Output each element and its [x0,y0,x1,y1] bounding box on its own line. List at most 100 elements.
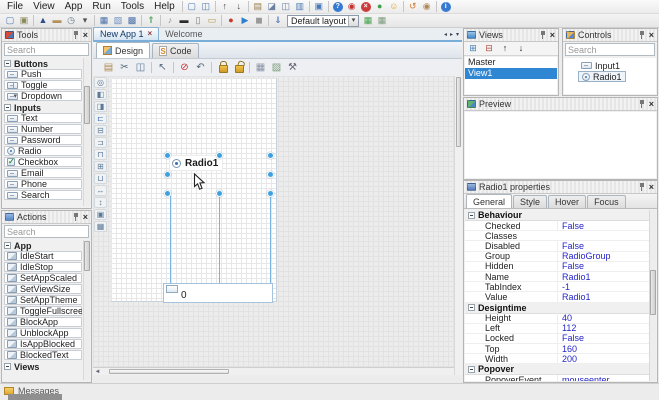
help-icon[interactable]: ? [331,1,345,13]
pin-icon[interactable] [639,31,645,40]
comments-icon[interactable]: ▭ [205,15,219,27]
resize-handle-se[interactable] [267,190,274,197]
open-project-icon[interactable]: ▬ [50,15,64,27]
property-row-disabled[interactable]: DisabledFalse [465,241,649,251]
tool-item-blockedtext[interactable]: BlockedText [4,350,82,360]
browse-files-icon[interactable]: ▥ [293,1,307,13]
delete-icon[interactable]: ⊘ [177,61,192,75]
stop-icon[interactable]: ◼ [252,15,266,27]
canvas-vertical-scrollbar[interactable] [454,76,462,375]
radio1-label-box[interactable]: Radio1 [169,155,223,171]
tab-design[interactable]: Design [96,42,150,58]
collapse-icon[interactable] [468,212,475,219]
scrollbar-thumb[interactable] [650,270,656,315]
window-options-icon[interactable]: ▣ [17,15,31,27]
tool-item-email[interactable]: Email [4,168,82,178]
remove-view-icon[interactable]: ⊟ [482,43,496,55]
paste-icon[interactable]: ◪ [265,1,279,13]
get-build-icon[interactable]: ⇓ [271,15,285,27]
property-row-classes[interactable]: Classes [465,231,649,241]
property-value[interactable]: False [557,261,649,271]
tool-item-idlestart[interactable]: IdleStart [4,251,82,261]
section-app[interactable]: App [4,240,82,251]
tool-item-setappscaled[interactable]: SetAppScaled [4,273,82,283]
tab-focus[interactable]: Focus [587,195,626,208]
save-all-icon[interactable]: ▩ [125,15,139,27]
property-value[interactable]: 200 [557,354,649,364]
same-size-icon[interactable]: ▣ [94,209,107,220]
tools-scrollbar[interactable] [83,58,90,206]
doc-tab-new-app-1[interactable]: New App 1× [93,27,159,40]
close-icon[interactable]: × [550,31,555,40]
tool-item-idlestop[interactable]: IdleStop [4,262,82,272]
property-value[interactable]: False [557,333,649,343]
tool-item-password[interactable]: Password [4,135,82,145]
property-row-name[interactable]: NameRadio1 [465,272,649,282]
menu-file[interactable]: File [2,0,28,13]
sounds-icon[interactable]: ♪ [163,15,177,27]
pin-icon[interactable] [73,31,79,40]
recent-files-icon[interactable]: ◷ [64,15,78,27]
tool-item-push[interactable]: Push [4,69,82,79]
theme-icon[interactable]: ▲ [36,15,50,27]
window-new-icon[interactable]: ▢ [3,15,17,27]
menu-app[interactable]: App [60,0,88,13]
pin-icon[interactable] [540,31,546,40]
menu-run[interactable]: Run [87,0,115,13]
tab-scroll-left-icon[interactable]: ◂ [444,31,447,39]
close-icon[interactable]: × [649,31,654,40]
pin-icon[interactable] [639,100,645,109]
align-top-icon[interactable]: ⊓ [94,149,107,160]
property-group-designtime[interactable]: Designtime [465,303,649,314]
tab-general[interactable]: General [466,194,512,208]
align-center-icon[interactable]: ⊟ [94,125,107,136]
property-row-group[interactable]: GroupRadioGroup [465,252,649,262]
undo-icon[interactable]: ↶ [193,61,208,75]
exit-icon[interactable]: × [359,1,373,13]
property-group-behaviour[interactable]: Behaviour [465,210,649,221]
close-icon[interactable]: × [649,100,654,109]
collapse-icon[interactable] [4,60,11,67]
same-width-icon[interactable]: ↔ [94,185,107,196]
view-up-icon[interactable]: ↑ [498,43,512,55]
section-inputs[interactable]: Inputs [4,102,82,113]
resize-handle-e[interactable] [267,171,274,178]
tool-item-unblockapp[interactable]: UnblockApp [4,328,82,338]
unlock-icon[interactable] [231,61,246,75]
menu-view[interactable]: View [28,0,60,13]
paste-icon[interactable]: ▤ [101,61,116,75]
property-value[interactable]: Radio1 [557,292,649,302]
collapse-icon[interactable] [4,242,11,249]
property-value[interactable]: -1 [557,282,649,292]
user-icon[interactable]: ◉ [420,1,434,13]
property-value[interactable]: False [557,241,649,251]
resize-handle-n[interactable] [216,152,223,159]
menu-help[interactable]: Help [149,0,180,13]
menu-tools[interactable]: Tools [116,0,149,13]
scrollbar-thumb[interactable] [109,369,229,374]
doc-tab-welcome[interactable]: Welcome [159,27,208,40]
close-icon[interactable]: × [649,183,654,192]
send-back-icon[interactable]: ◨ [94,101,107,112]
scrollbar-thumb[interactable] [84,241,90,271]
tool-item-setapptheme[interactable]: SetAppTheme [4,295,82,305]
debug-icon[interactable]: ● [224,15,238,27]
property-row-top[interactable]: Top160 [465,344,649,354]
align-right-icon[interactable]: ⊐ [94,137,107,148]
controls-search-input[interactable] [565,43,655,56]
align-middle-icon[interactable]: ⊞ [94,161,107,172]
view-down-icon[interactable]: ↓ [514,43,528,55]
resize-handle-s[interactable] [216,190,223,197]
tab-close-icon[interactable]: × [148,30,153,38]
resize-handle-nw[interactable] [164,152,171,159]
duplicate-icon[interactable]: ◫ [279,1,293,13]
property-value[interactable]: RadioGroup [557,251,649,261]
input1-control[interactable]: 0 [163,283,273,303]
save-icon[interactable]: ▦ [97,15,111,27]
property-row-locked[interactable]: LockedFalse [465,334,649,344]
section-views[interactable]: Views [4,361,82,372]
tool-item-search[interactable]: Search [4,190,82,200]
tools-search-input[interactable] [4,43,89,56]
layout-save-icon[interactable]: ▦ [361,15,375,27]
control-item-input1[interactable]: Input1 [578,60,623,71]
